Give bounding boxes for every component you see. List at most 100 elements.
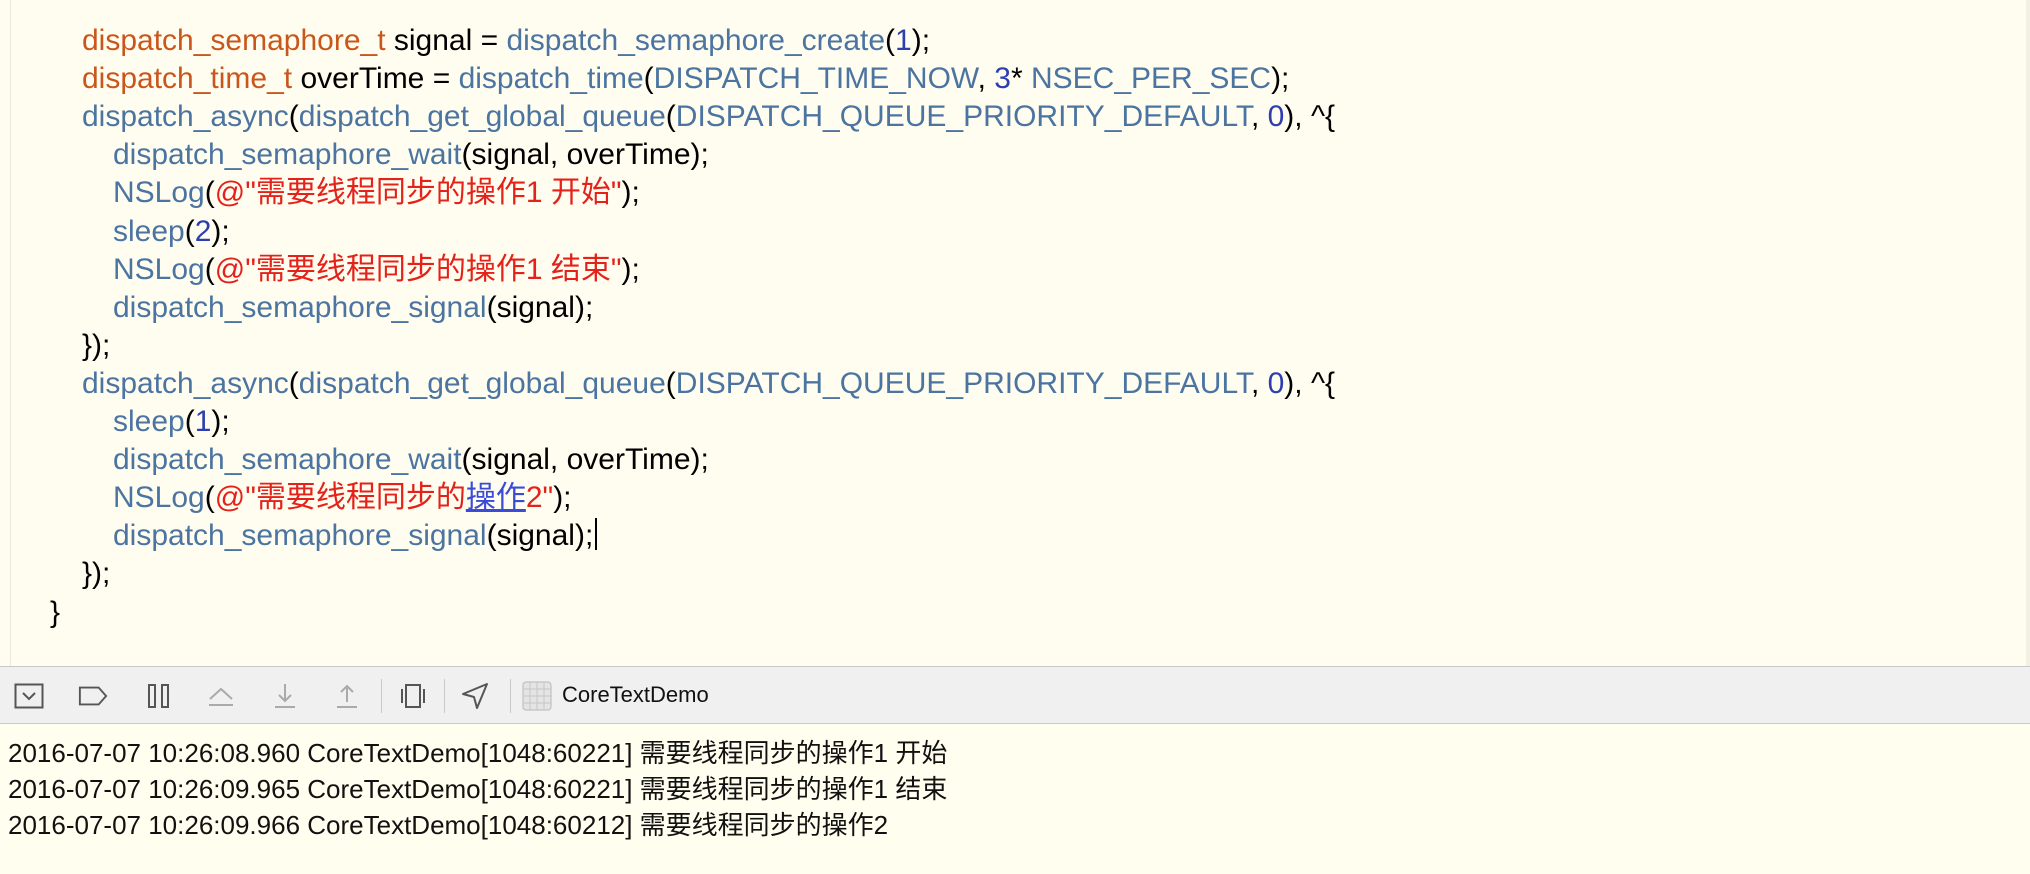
code-token: @"需要线程同步的操作1 开始" (214, 176, 622, 209)
code-token: * (1010, 62, 1031, 95)
code-token: 1 (895, 24, 912, 57)
code-token: DISPATCH_QUEUE_PRIORITY_DEFAULT (675, 100, 1251, 133)
code-token: NSLog (113, 176, 205, 209)
code-token: 2 (194, 215, 212, 248)
code-line[interactable]: dispatch_semaphore_signal(signal); (113, 289, 593, 327)
code-token: ( (288, 100, 299, 133)
code-token: , (977, 62, 995, 95)
code-token: dispatch_async (82, 100, 289, 133)
code-token: signal = (385, 24, 507, 57)
target-app-name[interactable]: CoreTextDemo (562, 680, 709, 710)
code-token: ); (1271, 62, 1290, 95)
code-token: 1 (194, 405, 212, 438)
toolbar-separator (381, 679, 382, 713)
code-token: ); (911, 24, 931, 57)
toolbar-separator (444, 679, 445, 713)
code-token: ); (621, 176, 640, 209)
console-output[interactable]: 2016-07-07 10:26:08.960 CoreTextDemo[104… (0, 725, 2030, 874)
code-token-link[interactable]: 操作 (466, 481, 526, 514)
code-line[interactable]: NSLog(@"需要线程同步的操作2"); (113, 479, 572, 517)
hide-debug-area-icon[interactable] (14, 681, 44, 711)
code-line[interactable]: dispatch_semaphore_wait(signal, overTime… (113, 136, 709, 174)
code-token: ( (184, 405, 195, 438)
app-target-icon (522, 681, 552, 711)
code-line[interactable]: sleep(1); (113, 403, 230, 441)
code-token: ( (204, 481, 215, 514)
code-token: dispatch_get_global_queue (298, 100, 666, 133)
code-token: 2" (525, 481, 554, 514)
code-token: ); (553, 481, 572, 514)
code-token: ), ^{ (1284, 100, 1336, 133)
code-token: ( (204, 253, 215, 286)
code-token: sleep (113, 215, 185, 248)
pause-icon[interactable] (144, 681, 174, 711)
editor-scrollbar[interactable] (2026, 0, 2030, 666)
code-token: , (1250, 100, 1268, 133)
code-line[interactable]: } (50, 594, 60, 632)
code-token: dispatch_time (458, 62, 644, 95)
code-token: dispatch_semaphore_wait (113, 138, 462, 171)
code-token: ); (211, 405, 230, 438)
code-line[interactable]: dispatch_async(dispatch_get_global_queue… (82, 365, 1335, 403)
breakpoints-toggle-icon[interactable] (78, 681, 108, 711)
code-line[interactable]: sleep(2); (113, 213, 230, 251)
code-token: ( (665, 100, 676, 133)
code-token: dispatch_semaphore_signal (113, 519, 487, 552)
code-token: dispatch_async (82, 367, 289, 400)
code-token: ( (885, 24, 896, 57)
code-token: ( (643, 62, 654, 95)
code-token: dispatch_semaphore_create (506, 24, 886, 57)
simulate-location-icon[interactable] (460, 681, 490, 711)
step-over-icon[interactable] (206, 681, 236, 711)
code-line[interactable]: dispatch_time_t overTime = dispatch_time… (82, 60, 1289, 98)
code-token: sleep (113, 405, 185, 438)
code-token: } (50, 596, 61, 629)
console-log-line: 2016-07-07 10:26:09.965 CoreTextDemo[104… (8, 774, 948, 804)
code-line[interactable]: dispatch_semaphore_t signal = dispatch_s… (82, 22, 930, 60)
toolbar-separator (510, 679, 511, 713)
code-token: DISPATCH_TIME_NOW (653, 62, 978, 95)
code-token: }); (82, 557, 111, 590)
code-line[interactable]: dispatch_semaphore_wait(signal, overTime… (113, 441, 709, 479)
console-log-line: 2016-07-07 10:26:09.966 CoreTextDemo[104… (8, 810, 889, 840)
code-token: 0 (1267, 100, 1285, 133)
code-token: 3 (994, 62, 1011, 95)
gutter-divider (10, 0, 11, 666)
code-token: dispatch_semaphore_t (82, 24, 386, 57)
code-token: ( (184, 215, 195, 248)
code-token: (signal); (486, 291, 594, 324)
code-line[interactable]: dispatch_semaphore_signal(signal); (113, 517, 598, 555)
code-line[interactable]: }); (82, 555, 110, 593)
code-token: }); (82, 329, 111, 362)
code-token: NSLog (113, 481, 205, 514)
code-token: DISPATCH_QUEUE_PRIORITY_DEFAULT (675, 367, 1251, 400)
step-out-icon[interactable] (332, 681, 362, 711)
code-token: (signal); (486, 519, 594, 552)
code-token: NSLog (113, 253, 205, 286)
debug-toolbar: CoreTextDemo (0, 666, 2030, 724)
code-token: ), ^{ (1284, 367, 1336, 400)
code-token: (signal, overTime); (461, 443, 709, 476)
code-line[interactable]: dispatch_async(dispatch_get_global_queue… (82, 98, 1335, 136)
text-cursor (595, 518, 598, 550)
view-hierarchy-icon[interactable] (398, 681, 428, 711)
code-token: ); (211, 215, 230, 248)
code-token: 0 (1267, 367, 1285, 400)
code-token: dispatch_semaphore_signal (113, 291, 487, 324)
code-token: ); (621, 253, 640, 286)
code-token: ( (288, 367, 299, 400)
code-token: , (1250, 367, 1268, 400)
console-log-line: 2016-07-07 10:26:08.960 CoreTextDemo[104… (8, 738, 948, 768)
code-token: dispatch_semaphore_wait (113, 443, 462, 476)
code-token: @"需要线程同步的 (214, 481, 466, 514)
source-editor[interactable]: dispatch_semaphore_t signal = dispatch_s… (0, 0, 2030, 666)
code-token: NSEC_PER_SEC (1030, 62, 1272, 95)
code-line[interactable]: NSLog(@"需要线程同步的操作1 结束"); (113, 251, 640, 289)
code-line[interactable]: }); (82, 327, 110, 365)
code-line[interactable]: NSLog(@"需要线程同步的操作1 开始"); (113, 174, 640, 212)
code-token: dispatch_time_t (82, 62, 293, 95)
code-token: (signal, overTime); (461, 138, 709, 171)
step-into-icon[interactable] (270, 681, 300, 711)
code-token: ( (665, 367, 676, 400)
code-token: dispatch_get_global_queue (298, 367, 666, 400)
